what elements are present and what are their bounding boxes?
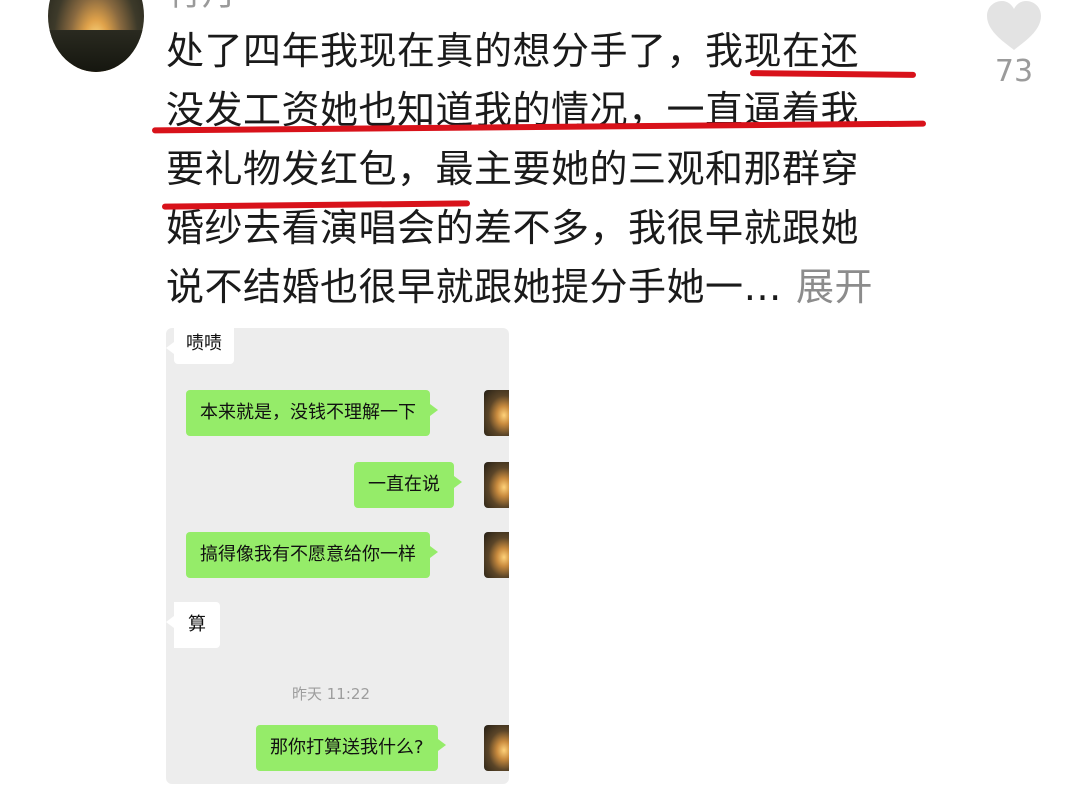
chat-avatar xyxy=(484,725,509,771)
comment-screen: 行月 73 处了四年我现在真的想分手了，我现在还 没发工资她也知道我的情况，一直… xyxy=(0,0,1080,810)
chat-bubble-left: 算 xyxy=(166,602,220,648)
heart-icon xyxy=(987,1,1041,50)
chat-bubble-right: 一直在说 xyxy=(354,462,462,508)
like-button[interactable]: 73 xyxy=(982,0,1046,90)
comment-line-last: 说不结婚也很早就跟她提分手她一… 展开 xyxy=(166,258,926,317)
chat-screenshot-image[interactable]: 啧啧 本来就是，没钱不理解一下 一直在说 搞得像我有不愿意给你一样 算 昨天 1… xyxy=(166,328,509,784)
chat-bubble-left: 啧啧 xyxy=(166,328,234,364)
expand-link[interactable]: 展开 xyxy=(796,265,873,309)
like-count: 73 xyxy=(994,54,1034,89)
username[interactable]: 行月 xyxy=(168,0,236,14)
chat-avatar xyxy=(484,462,509,508)
user-avatar[interactable] xyxy=(48,0,144,72)
chat-avatar xyxy=(484,390,509,436)
comment-text: 处了四年我现在真的想分手了，我现在还 没发工资她也知道我的情况，一直逼着我 要礼… xyxy=(166,22,926,317)
chat-bubble-right: 搞得像我有不愿意给你一样 xyxy=(186,532,438,578)
chat-timestamp: 昨天 11:22 xyxy=(292,685,370,703)
comment-line-text: 说不结婚也很早就跟她提分手她一… xyxy=(166,265,783,309)
chat-avatar xyxy=(484,532,509,578)
comment-line: 要礼物发红包，最主要她的三观和那群穿 xyxy=(166,147,860,191)
chat-bubble-right: 那你打算送我什么? xyxy=(256,725,446,771)
chat-bubble-right: 本来就是，没钱不理解一下 xyxy=(186,390,438,436)
